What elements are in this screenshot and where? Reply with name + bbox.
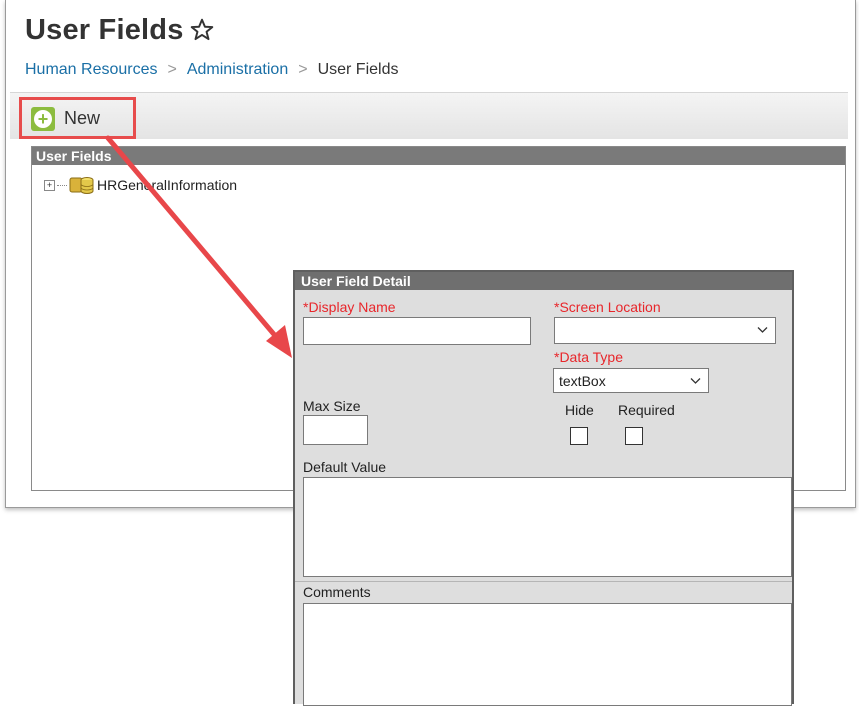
breadcrumb-separator-icon: > bbox=[298, 61, 308, 78]
required-checkbox[interactable] bbox=[625, 427, 643, 445]
breadcrumb: Human Resources > Administration > User … bbox=[25, 61, 398, 79]
new-button[interactable] bbox=[19, 97, 136, 139]
default-value-textarea[interactable] bbox=[303, 477, 792, 577]
comments-textarea[interactable] bbox=[303, 603, 792, 706]
max-size-label: Max Size bbox=[303, 398, 361, 414]
star-icon[interactable] bbox=[189, 17, 215, 43]
data-type-label: *Data Type bbox=[554, 349, 624, 365]
breadcrumb-administration[interactable]: Administration bbox=[187, 61, 288, 79]
tree-item[interactable]: + HRGeneralInformation bbox=[44, 175, 237, 195]
display-name-label: *Display Name bbox=[303, 299, 396, 315]
default-value-label: Default Value bbox=[303, 459, 387, 475]
expand-icon[interactable]: + bbox=[44, 179, 55, 191]
data-type-value: textBox bbox=[559, 373, 606, 389]
hide-label: Hide bbox=[565, 402, 594, 418]
breadcrumb-separator-icon: > bbox=[167, 61, 177, 78]
chevron-down-icon bbox=[757, 327, 768, 333]
breadcrumb-human-resources[interactable]: Human Resources bbox=[25, 61, 158, 79]
screen-location-select[interactable] bbox=[554, 317, 776, 344]
hide-checkbox[interactable] bbox=[570, 427, 588, 445]
required-label: Required bbox=[618, 402, 675, 418]
database-folder-icon bbox=[69, 177, 94, 194]
comments-label: Comments bbox=[295, 581, 792, 601]
tree-connector bbox=[57, 184, 67, 186]
data-type-select[interactable]: textBox bbox=[553, 368, 709, 393]
display-name-input[interactable] bbox=[303, 317, 531, 345]
tree-header: User Fields bbox=[32, 147, 845, 165]
detail-header: User Field Detail bbox=[295, 272, 792, 290]
tree-item-label: HRGeneralInformation bbox=[97, 177, 238, 193]
chevron-down-icon bbox=[690, 378, 701, 384]
page-title: User Fields bbox=[25, 14, 184, 46]
screen-location-label: *Screen Location bbox=[554, 299, 661, 315]
max-size-input[interactable] bbox=[303, 415, 368, 445]
breadcrumb-user-fields: User Fields bbox=[317, 61, 399, 78]
user-field-detail-panel: User Field Detail *Display Name *Screen … bbox=[293, 270, 794, 706]
